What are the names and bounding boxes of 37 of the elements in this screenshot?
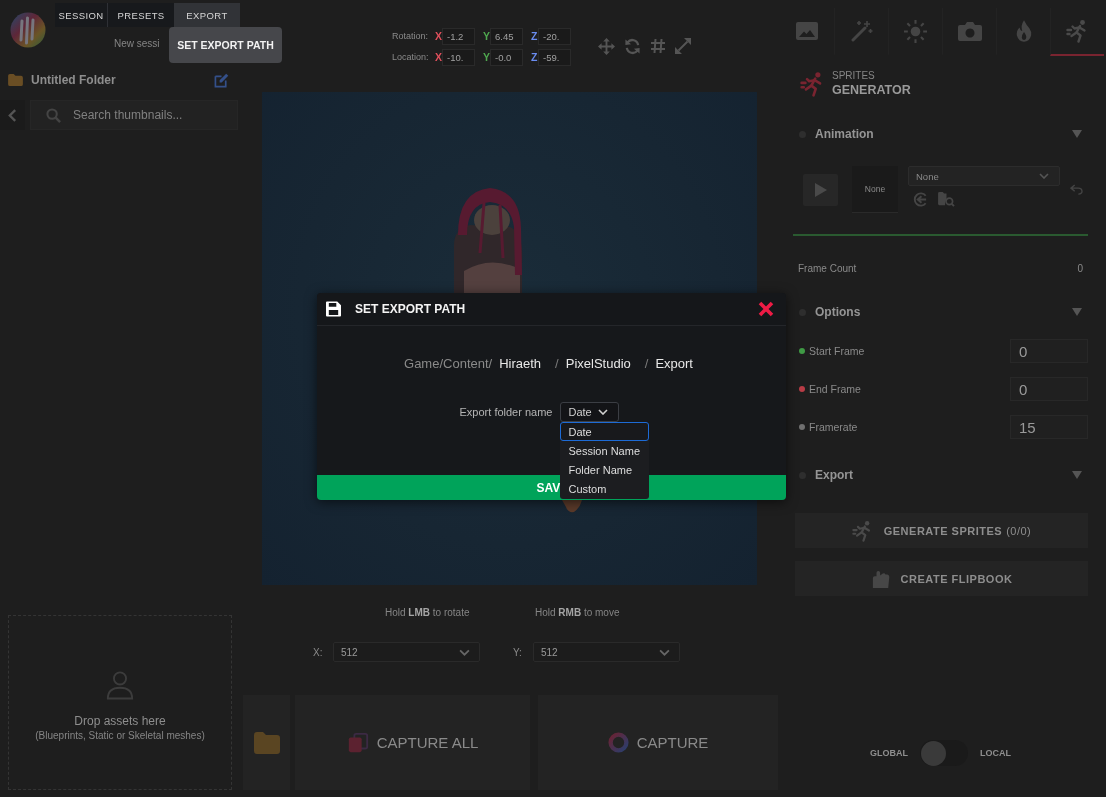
resolution-label: X: — [313, 646, 324, 658]
axis-label: Z — [531, 51, 538, 63]
drop-title: Drop assets here — [74, 714, 166, 728]
path-folder-label: Hiraeth — [499, 356, 542, 371]
toggle-label: GLOBAL — [870, 748, 908, 758]
hint-text: Hold RMB to move — [535, 607, 620, 619]
path-separator: / — [555, 356, 559, 371]
section-title: Export — [815, 468, 853, 482]
folder-title: Untitled Folder — [31, 73, 116, 87]
folder-name-label: Export folder name — [459, 406, 553, 418]
section-title: Animation — [815, 127, 874, 141]
path-separator: / — [644, 356, 649, 371]
path-folder-label: Export — [655, 356, 693, 371]
field-label: Start Frame — [809, 345, 865, 357]
path-folder-label: PixelStudio — [565, 356, 631, 371]
axis-label: X — [435, 51, 442, 63]
dialog-title: SET EXPORT PATH — [355, 302, 466, 316]
transform-label: Location: — [392, 52, 430, 62]
drop-subtitle: (Blueprints, Static or Skeletal meshes) — [35, 730, 205, 741]
section-title: Options — [815, 305, 861, 319]
field-label: End Frame — [809, 383, 861, 395]
session-name: New sessi — [114, 38, 160, 49]
hint-text: Hold LMB to rotate — [385, 607, 470, 619]
field-label: Framerate — [809, 421, 858, 433]
axis-label: Y — [483, 51, 490, 63]
resolution-label: Y: — [513, 646, 523, 658]
frame-count-value: 0 — [1077, 262, 1083, 274]
toggle-label: LOCAL — [980, 748, 1012, 758]
transform-label: Rotation: — [392, 31, 430, 41]
path-prefix-label: Game/Content/ — [404, 356, 493, 371]
panel-subtitle: SPRITES — [832, 70, 875, 82]
panel-title: GENERATOR — [832, 82, 911, 98]
axis-label: Z — [531, 30, 538, 42]
axis-label: X — [435, 30, 442, 42]
frame-count-label: Frame Count — [798, 262, 857, 274]
animation-preview: None — [852, 166, 898, 213]
axis-label: Y — [483, 30, 490, 42]
